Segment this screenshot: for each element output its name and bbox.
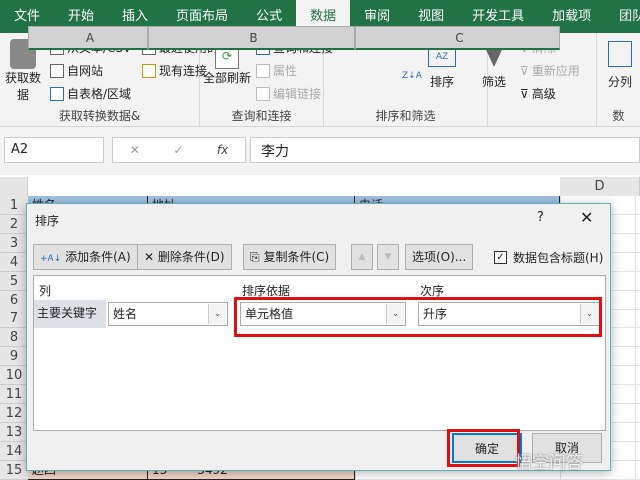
delete-condition-button[interactable]: ✕ 删除条件(D) bbox=[137, 244, 232, 270]
reapply-button[interactable]: ⊽ 重新应用 bbox=[520, 62, 580, 79]
from-web-button[interactable]: 自网站 bbox=[50, 62, 103, 79]
column-header-c[interactable]: C bbox=[355, 26, 560, 50]
advanced-icon: ⊽ bbox=[520, 86, 529, 101]
row-header[interactable]: 10 bbox=[0, 366, 28, 386]
highlight-box bbox=[447, 429, 520, 467]
add-condition-button[interactable]: +A↓ 添加条件(A) bbox=[33, 244, 138, 270]
checkbox-checked-icon: ✓ bbox=[494, 251, 507, 264]
web-icon bbox=[50, 63, 64, 78]
from-table-button[interactable]: 自表格/区域 bbox=[50, 85, 131, 102]
row-header[interactable]: 13 bbox=[0, 422, 28, 442]
copy-icon: ⎘ bbox=[250, 250, 260, 264]
edit-links-button[interactable]: 编辑链接 bbox=[256, 85, 321, 102]
formula-buttons: ✕ ✓ fx bbox=[112, 137, 246, 163]
chevron-down-icon: ⌄ bbox=[208, 304, 226, 324]
table-icon bbox=[50, 86, 64, 101]
move-up-button[interactable]: ▲ bbox=[351, 244, 373, 270]
name-box[interactable]: A2 bbox=[4, 137, 104, 163]
reapply-icon: ⊽ bbox=[520, 63, 529, 78]
watermark: 悟空问答 bbox=[515, 453, 583, 473]
column-header-a[interactable]: A bbox=[28, 26, 148, 50]
row-header[interactable]: 14 bbox=[0, 441, 28, 461]
row-label: 主要关键字 bbox=[34, 300, 106, 328]
row-header[interactable]: 12 bbox=[0, 403, 28, 423]
help-button[interactable]: ? bbox=[537, 210, 544, 225]
column-header: 列 bbox=[39, 284, 52, 298]
delete-icon: ✕ bbox=[144, 250, 155, 264]
column-header-b[interactable]: B bbox=[148, 26, 355, 50]
group-label: 数 bbox=[612, 109, 625, 123]
formula-input[interactable]: 李力 bbox=[250, 137, 640, 163]
select-all[interactable] bbox=[0, 177, 28, 196]
formula-bar: A2 ✕ ✓ fx 李力 bbox=[0, 127, 640, 175]
advanced-filter-button[interactable]: ⊽ 高级 bbox=[520, 85, 556, 102]
group-label: 查询和连接 bbox=[231, 109, 292, 123]
group-data-tools: 分列 数 bbox=[596, 33, 640, 127]
connection-icon bbox=[142, 63, 156, 78]
links-icon bbox=[256, 86, 270, 101]
column-select[interactable]: 姓名 ⌄ bbox=[108, 302, 228, 326]
row-header[interactable]: 3 bbox=[0, 233, 28, 253]
group-label: 排序和筛选 bbox=[375, 109, 436, 123]
highlight-box bbox=[234, 297, 602, 337]
insert-function-icon[interactable]: fx bbox=[217, 143, 228, 157]
sort-dialog: 排序 ? ✕ +A↓ 添加条件(A) ✕ 删除条件(D) ⎘ 复制条件(C) ▲… bbox=[26, 203, 611, 471]
split-icon bbox=[608, 41, 632, 67]
text-to-columns-button[interactable]: 分列 bbox=[603, 41, 637, 90]
properties-button[interactable]: 属性 bbox=[256, 62, 297, 79]
copy-condition-button[interactable]: ⎘ 复制条件(C) bbox=[243, 244, 337, 270]
column-header-d[interactable]: D bbox=[560, 177, 640, 196]
row-header[interactable]: 9 bbox=[0, 347, 28, 367]
enter-icon[interactable]: ✓ bbox=[173, 143, 183, 157]
row-header[interactable]: 11 bbox=[0, 385, 28, 404]
row-header[interactable]: 8 bbox=[0, 328, 28, 348]
options-button[interactable]: 选项(O)... bbox=[405, 244, 474, 270]
cancel-icon[interactable]: ✕ bbox=[130, 143, 140, 157]
sort-descending-button[interactable]: Z↓A bbox=[402, 71, 422, 81]
properties-icon bbox=[256, 63, 270, 78]
existing-connections-button[interactable]: 现有连接 bbox=[142, 62, 207, 79]
row-header[interactable]: 7 bbox=[0, 309, 28, 329]
row-header[interactable]: 5 bbox=[0, 271, 28, 291]
row-header[interactable]: 1 bbox=[0, 196, 28, 215]
group-label: 获取转换数据& bbox=[58, 109, 141, 123]
row-header[interactable]: 6 bbox=[0, 290, 28, 310]
row-header[interactable]: 4 bbox=[0, 252, 28, 272]
gridline bbox=[635, 196, 636, 480]
has-headers-checkbox[interactable]: ✓ 数据包含标题(H) bbox=[494, 249, 603, 266]
add-sort-icon: +A↓ bbox=[40, 254, 62, 264]
dialog-title: 排序 bbox=[35, 214, 60, 228]
row-header[interactable]: 15 bbox=[0, 460, 28, 480]
row-header[interactable]: 2 bbox=[0, 214, 28, 234]
move-down-button[interactable]: ▼ bbox=[377, 244, 399, 270]
tab-team[interactable]: 团队 bbox=[605, 0, 640, 33]
close-button[interactable]: ✕ bbox=[580, 208, 593, 227]
